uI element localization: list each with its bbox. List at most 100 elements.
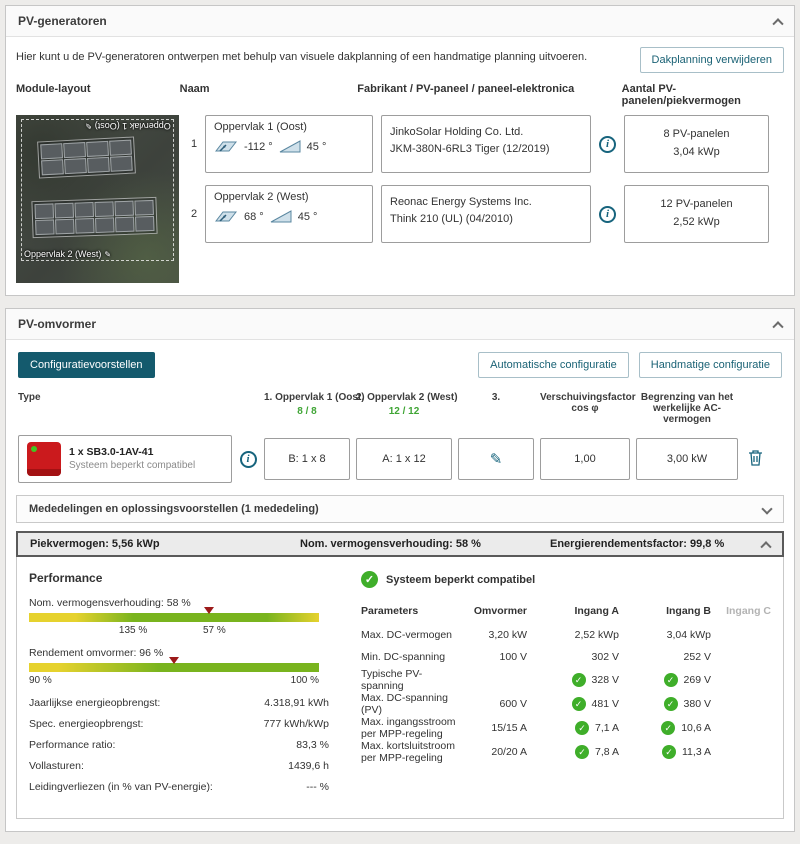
performance-summary-bar[interactable]: Piekvermogen: 5,56 kWp Nom. vermogensver… (16, 531, 784, 557)
expand-down-icon[interactable] (761, 503, 773, 515)
bar-marker-icon (169, 657, 179, 664)
column-surface-2: 2. Oppervlak 2 (West) (356, 392, 458, 403)
input-a-assignment[interactable]: A: 1 x 12 (356, 438, 452, 480)
tilt-icon (270, 210, 292, 223)
stat-specific-yield: Spec. energieopbrengst: 777 kWh/kWp (29, 718, 329, 730)
parameter-row: Max. kortsluitstroom per MPP-regeling 20… (361, 740, 711, 764)
inverter-type-status: Systeem beperkt compatibel (69, 460, 196, 472)
column-panel-count: Aantal PV-panelen/piekvermogen (621, 83, 741, 107)
edit-pencil-icon[interactable]: ✎ (104, 250, 111, 259)
manual-configuration-button[interactable]: Handmatige configuratie (638, 352, 782, 378)
column-surface-1: 1. Oppervlak 1 (Oost) (264, 392, 365, 403)
inverter-efficiency-bar (29, 657, 319, 672)
energy-yield-summary: Energierendementsfactor: 99,8 % (550, 538, 725, 550)
cos-phi-value[interactable]: 1,00 (540, 438, 630, 480)
azimuth-value: 68 ° (244, 210, 264, 223)
stat-annual-yield: Jaarlijkse energieopbrengst: 4.318,91 kW… (29, 697, 329, 709)
bar-marker-icon (203, 607, 214, 614)
info-icon[interactable]: i (599, 135, 616, 153)
roof-surface-2-panels[interactable] (31, 196, 158, 239)
surface-2-panel-count: 12 / 12 (388, 406, 420, 417)
row-index: 2 (191, 208, 198, 220)
column-cos-phi: Verschuivingsfactor cos φ (540, 392, 636, 414)
performance-details: Performance Nom. vermogensverhouding: 58… (16, 557, 784, 819)
surface-3-edit-box[interactable]: ✎ (458, 438, 534, 480)
pv-inverter-body: Configuratievoorstellen Automatische con… (6, 340, 794, 831)
parameter-row: Min. DC-spanning 100 V 302 V 252 V (361, 651, 711, 663)
parameter-row: Typische PV-spanning ✓ 328 V ✓ 269 V (361, 668, 711, 692)
map-label-surface-2: Oppervlak 2 (West) ✎ (24, 249, 112, 259)
generator-column-headers: Module-layout Naam Fabrikant / PV-paneel… (16, 83, 784, 107)
column-surface-3: 3. (491, 392, 501, 403)
azimuth-value: -112 ° (244, 140, 273, 153)
pv-generators-header[interactable]: PV-generatoren (6, 6, 794, 37)
inverter-efficiency-ticks: 90 % 100 % (29, 675, 319, 686)
column-ac-limit: Begrenzing van het werkelijke AC-vermoge… (640, 392, 734, 425)
trash-icon (748, 450, 762, 466)
parameter-row: Max. DC-vermogen 3,20 kW 2,52 kWp 3,04 k… (361, 629, 711, 641)
panel-model: Think 210 (UL) (04/2010) (390, 212, 513, 225)
azimuth-icon (214, 211, 238, 222)
inverter-type-box[interactable]: 1 x SB3.0-1AV-41 Systeem beperkt compati… (18, 435, 232, 483)
automatic-configuration-button[interactable]: Automatische configuratie (478, 352, 629, 378)
pv-inverter-title: PV-omvormer (18, 317, 97, 331)
delete-inverter-button[interactable] (748, 449, 763, 469)
ac-limit-value[interactable]: 3,00 kW (636, 438, 738, 480)
pv-inverter-panel: PV-omvormer Configuratievoorstellen Auto… (5, 308, 795, 832)
nominal-ratio-ticks: 135 % 57 % (118, 625, 226, 636)
parameter-row: Max. DC-spanning (PV) 600 V ✓ 481 V ✓ 380 … (361, 692, 711, 716)
parameters-table-header: Parameters Omvormer Ingang A Ingang B In… (361, 605, 771, 617)
inverter-type-label: 1 x SB3.0-1AV-41 (69, 446, 154, 459)
map-label-surface-1: Oppervlak 1 (Oost)✎ (85, 121, 171, 131)
column-module-layout: Module-layout (16, 83, 91, 95)
collapse-up-icon[interactable] (760, 541, 772, 553)
check-icon: ✓ (661, 721, 676, 735)
surface-name-box[interactable]: Oppervlak 2 (West) 68 ° 45 ° (205, 185, 373, 243)
configuration-proposals-button[interactable]: Configuratievoorstellen (18, 352, 155, 378)
inverter-config-row: 1 x SB3.0-1AV-41 Systeem beperkt compati… (16, 435, 784, 483)
check-icon: ✓ (571, 697, 586, 711)
panel-manufacturer-box[interactable]: JinkoSolar Holding Co. Ltd. JKM-380N-6RL… (381, 115, 591, 173)
collapse-up-icon[interactable] (772, 18, 784, 30)
performance-title: Performance (29, 571, 103, 585)
column-manufacturer: Fabrikant / PV-paneel / paneel-elektroni… (357, 83, 575, 95)
check-icon: ✓ (575, 745, 590, 759)
info-icon[interactable]: i (239, 450, 257, 468)
stat-full-load-hours: Vollasturen: 1439,6 h (29, 760, 329, 772)
edit-pencil-icon[interactable]: ✎ (490, 450, 503, 468)
surface-name: Oppervlak 2 (West) (214, 191, 309, 203)
check-icon: ✓ (663, 673, 678, 687)
tilt-icon (279, 140, 301, 153)
panel-manufacturer-box[interactable]: Reonac Energy Systems Inc. Think 210 (UL… (381, 185, 591, 243)
check-icon: ✓ (662, 745, 676, 759)
pv-generators-panel: PV-generatoren Hier kunt u de PV-generat… (5, 5, 795, 296)
roof-layout-map[interactable]: Oppervlak 1 (Oost)✎ Oppervlak 2 (West) ✎ (16, 115, 179, 283)
edit-pencil-icon[interactable]: ✎ (85, 121, 92, 130)
panel-count-box: 12 PV-panelen 2,52 kWp (624, 185, 769, 243)
parameter-row: Max. ingangsstroom per MPP-regeling 15/1… (361, 716, 711, 740)
compatibility-status-label: Systeem beperkt compatibel (386, 573, 536, 586)
stat-line-losses: Leidingverliezen (in % van PV-energie): … (29, 781, 329, 793)
peak-power: 3,04 kWp (673, 145, 720, 158)
inverter-column-headers: Type 1. Oppervlak 1 (Oost) 8 / 8 2. Oppe… (16, 392, 784, 425)
messages-bar-label: Mededelingen en oplossingsvoorstellen (1… (29, 503, 319, 515)
panel-count: 8 PV-panelen (663, 128, 730, 140)
messages-bar[interactable]: Mededelingen en oplossingsvoorstellen (1… (16, 495, 784, 523)
panel-count-box: 8 PV-panelen 3,04 kWp (624, 115, 769, 173)
check-icon: ✓ (575, 721, 590, 735)
remove-roof-planning-button[interactable]: Dakplanning verwijderen (639, 47, 784, 73)
nominal-ratio-summary: Nom. vermogensverhouding: 58 % (300, 538, 481, 550)
collapse-up-icon[interactable] (772, 321, 784, 333)
column-type: Type (18, 392, 41, 403)
row-index: 1 (191, 138, 198, 150)
pv-generators-title: PV-generatoren (18, 14, 107, 28)
input-b-assignment[interactable]: B: 1 x 8 (264, 438, 350, 480)
manufacturer-name: JinkoSolar Holding Co. Ltd. (390, 126, 524, 138)
info-icon[interactable]: i (599, 205, 616, 223)
check-icon: ✓ (361, 571, 378, 588)
pv-inverter-header[interactable]: PV-omvormer (6, 309, 794, 340)
surface-name-box[interactable]: Oppervlak 1 (Oost) -112 ° 45 ° (205, 115, 373, 173)
roof-surface-1-panels[interactable] (37, 136, 136, 179)
generator-row: 1 Oppervlak 1 (Oost) -112 ° 45 ° JinkoSo… (191, 115, 784, 173)
compatibility-status: ✓ Systeem beperkt compatibel (361, 571, 771, 588)
